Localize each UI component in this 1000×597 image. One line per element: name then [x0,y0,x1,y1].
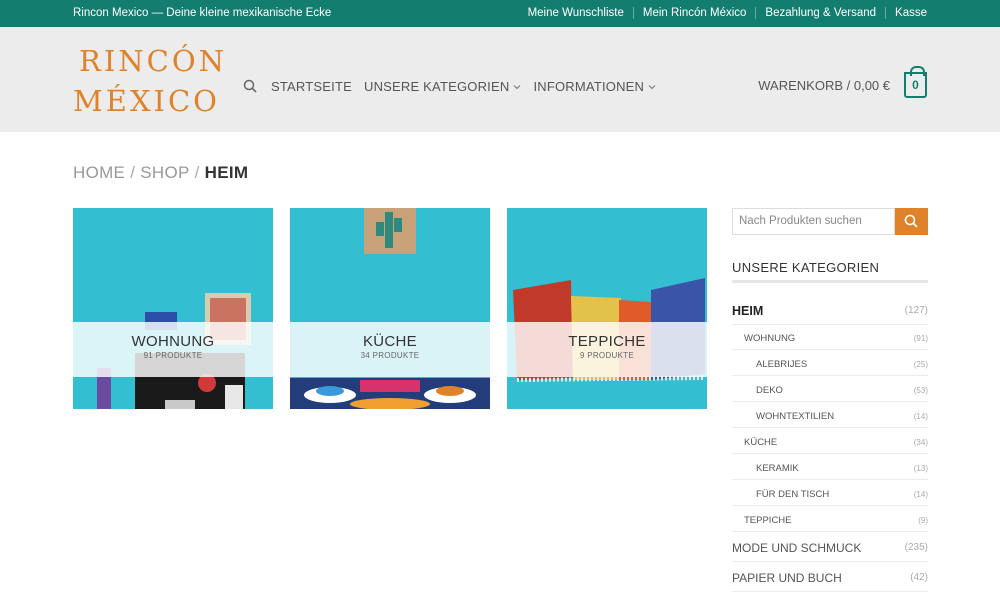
sidebar-category-kueche[interactable]: KÜCHE (34) [732,428,928,454]
checkout-link[interactable]: Kasse [885,7,927,19]
sidebar-title: UNSERE KATEGORIEN [732,260,880,275]
tile-count: 91 PRODUKTE [143,351,203,360]
category-name[interactable]: KERAMIK [756,463,799,474]
category-tile-wohnung[interactable]: WOHNUNG 91 PRODUKTE [73,208,273,409]
site-header: RINCÓN MÉXICO STARTSEITE UNSERE KATEGORI… [0,27,1000,132]
top-bar: Rincon Mexico — Deine kleine mexikanisch… [0,0,1000,27]
category-name[interactable]: ALEBRIJES [756,359,807,370]
category-name[interactable]: DEKO [756,385,783,396]
category-count: (42) [910,572,928,583]
cart[interactable]: WARENKORB / 0,00 € 0 [758,66,927,98]
category-tile-kueche[interactable]: KÜCHE 34 PRODUKTE [290,208,490,409]
tile-caption: KÜCHE 34 PRODUKTE [290,322,490,377]
tile-count: 34 PRODUKTE [360,351,420,360]
tile-title: TEPPICHE [568,333,646,350]
wishlist-link[interactable]: Meine Wunschliste [519,7,633,19]
search-icon[interactable] [243,79,257,93]
category-count: (25) [913,360,928,369]
tile-title: KÜCHE [362,333,417,350]
chevron-down-icon [514,84,521,89]
category-name[interactable]: FÜR DEN TISCH [756,489,829,500]
chevron-down-icon [648,84,656,89]
tile-title: WOHNUNG [131,333,215,350]
category-count: (127) [904,305,928,316]
breadcrumb-current: HEIM [204,163,249,182]
account-link[interactable]: Mein Rincón México [632,7,756,19]
logo-line-1: RINCÓN [79,44,228,78]
category-name[interactable]: MODE UND SCHMUCK [732,541,861,555]
category-count: (14) [913,412,928,421]
sidebar-category-wohnung[interactable]: WOHNUNG (91) [732,324,928,350]
tile-count: 9 PRODUKTE [579,351,635,360]
sidebar-category-mode-und-schmuck[interactable]: MODE UND SCHMUCK (235) [732,532,928,562]
breadcrumb-home[interactable]: HOME [73,163,125,182]
tile-caption: TEPPICHE 9 PRODUKTE [507,322,707,377]
category-count: (53) [913,386,928,395]
top-links: Meine Wunschliste Mein Rincón México Bez… [519,7,927,19]
tile-caption: WOHNUNG 91 PRODUKTE [73,322,273,377]
category-name[interactable]: TEPPICHE [744,515,792,526]
breadcrumb: HOME / SHOP / HEIM [73,163,248,183]
category-name[interactable]: KÜCHE [744,437,777,448]
nav-categories[interactable]: UNSERE KATEGORIEN [364,79,521,94]
logo-line-2: MÉXICO [73,84,220,118]
nav-info-label: INFORMATIONEN [533,79,645,94]
nav-home-label: STARTSEITE [271,79,352,94]
nav-info[interactable]: INFORMATIONEN [533,79,656,94]
product-search-input[interactable]: Nach Produkten suchen [732,208,895,235]
teppiche-image [507,208,707,409]
sidebar-category-papier-und-buch[interactable]: PAPIER UND BUCH (42) [732,562,928,592]
product-search-button[interactable] [895,208,928,235]
search-icon [904,214,918,228]
category-tile-teppiche[interactable]: TEPPICHE 9 PRODUKTE [507,208,707,409]
sidebar-category-keramik[interactable]: KERAMIK (13) [732,454,928,480]
category-name[interactable]: WOHNTEXTILIEN [756,411,834,422]
breadcrumb-separator: / [194,163,200,182]
site-logo[interactable]: RINCÓN MÉXICO [73,44,224,124]
payment-shipping-link[interactable]: Bezahlung & Versand [755,7,885,19]
category-count: (14) [913,490,928,499]
category-name[interactable]: HEIM [732,304,763,318]
category-name[interactable]: WOHNUNG [744,333,795,344]
main-nav: STARTSEITE UNSERE KATEGORIEN INFORMATION… [271,79,668,94]
cart-label[interactable]: WARENKORB / 0,00 € [758,78,890,93]
sidebar-category-teppiche[interactable]: TEPPICHE (9) [732,506,928,532]
category-name[interactable]: PAPIER UND BUCH [732,571,842,585]
sidebar-category-deko[interactable]: DEKO (53) [732,376,928,402]
nav-categories-label: UNSERE KATEGORIEN [363,79,510,94]
kueche-image [290,208,490,409]
category-count: (91) [913,334,928,343]
cart-bag-icon[interactable]: 0 [904,66,927,98]
site-tagline: Rincon Mexico — Deine kleine mexikanisch… [73,7,332,19]
category-count: (34) [913,438,928,447]
wohnung-image [73,208,273,409]
breadcrumb-separator: / [130,163,136,182]
divider [732,280,928,283]
category-count: (13) [913,464,928,473]
sidebar-category-heim[interactable]: HEIM (127) [732,295,928,325]
sidebar-category-wohntextilien[interactable]: WOHNTEXTILIEN (14) [732,402,928,428]
breadcrumb-shop[interactable]: SHOP [140,163,189,182]
sidebar-category-alebrijes[interactable]: ALEBRIJES (25) [732,350,928,376]
category-count: (9) [918,516,928,525]
category-count: (235) [904,542,928,553]
sidebar-category-fuer-den-tisch[interactable]: FÜR DEN TISCH (14) [732,480,928,506]
nav-home[interactable]: STARTSEITE [271,79,352,94]
